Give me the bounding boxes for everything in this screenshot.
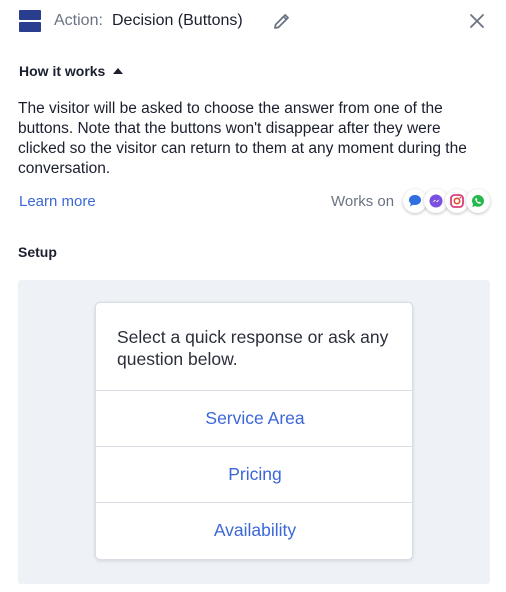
setup-title: Setup: [18, 244, 57, 260]
how-it-works-description: The visitor will be asked to choose the …: [18, 100, 467, 177]
setup-preview: Select a quick response or ask any quest…: [18, 280, 490, 584]
decision-message: Select a quick response or ask any quest…: [117, 327, 389, 369]
action-prefix: Action:: [54, 12, 103, 29]
learn-more-link[interactable]: Learn more: [19, 193, 96, 210]
pencil-icon[interactable]: [272, 11, 292, 31]
how-it-works-toggle[interactable]: How it works: [19, 63, 124, 79]
how-it-works-title: How it works: [19, 63, 106, 79]
close-icon[interactable]: [468, 12, 486, 30]
action-name: Decision (Buttons): [112, 12, 243, 29]
option-button[interactable]: Pricing: [96, 446, 412, 502]
decision-card: Select a quick response or ask any quest…: [95, 302, 413, 560]
caret-up-icon: [113, 68, 124, 74]
works-on-label: Works on: [331, 193, 395, 210]
option-button[interactable]: Service Area: [96, 390, 412, 446]
option-button[interactable]: Availability: [96, 502, 412, 558]
whatsapp-icon: [466, 189, 490, 213]
decision-buttons-icon: [19, 10, 41, 32]
panel-header: Action: Decision (Buttons): [0, 0, 506, 44]
